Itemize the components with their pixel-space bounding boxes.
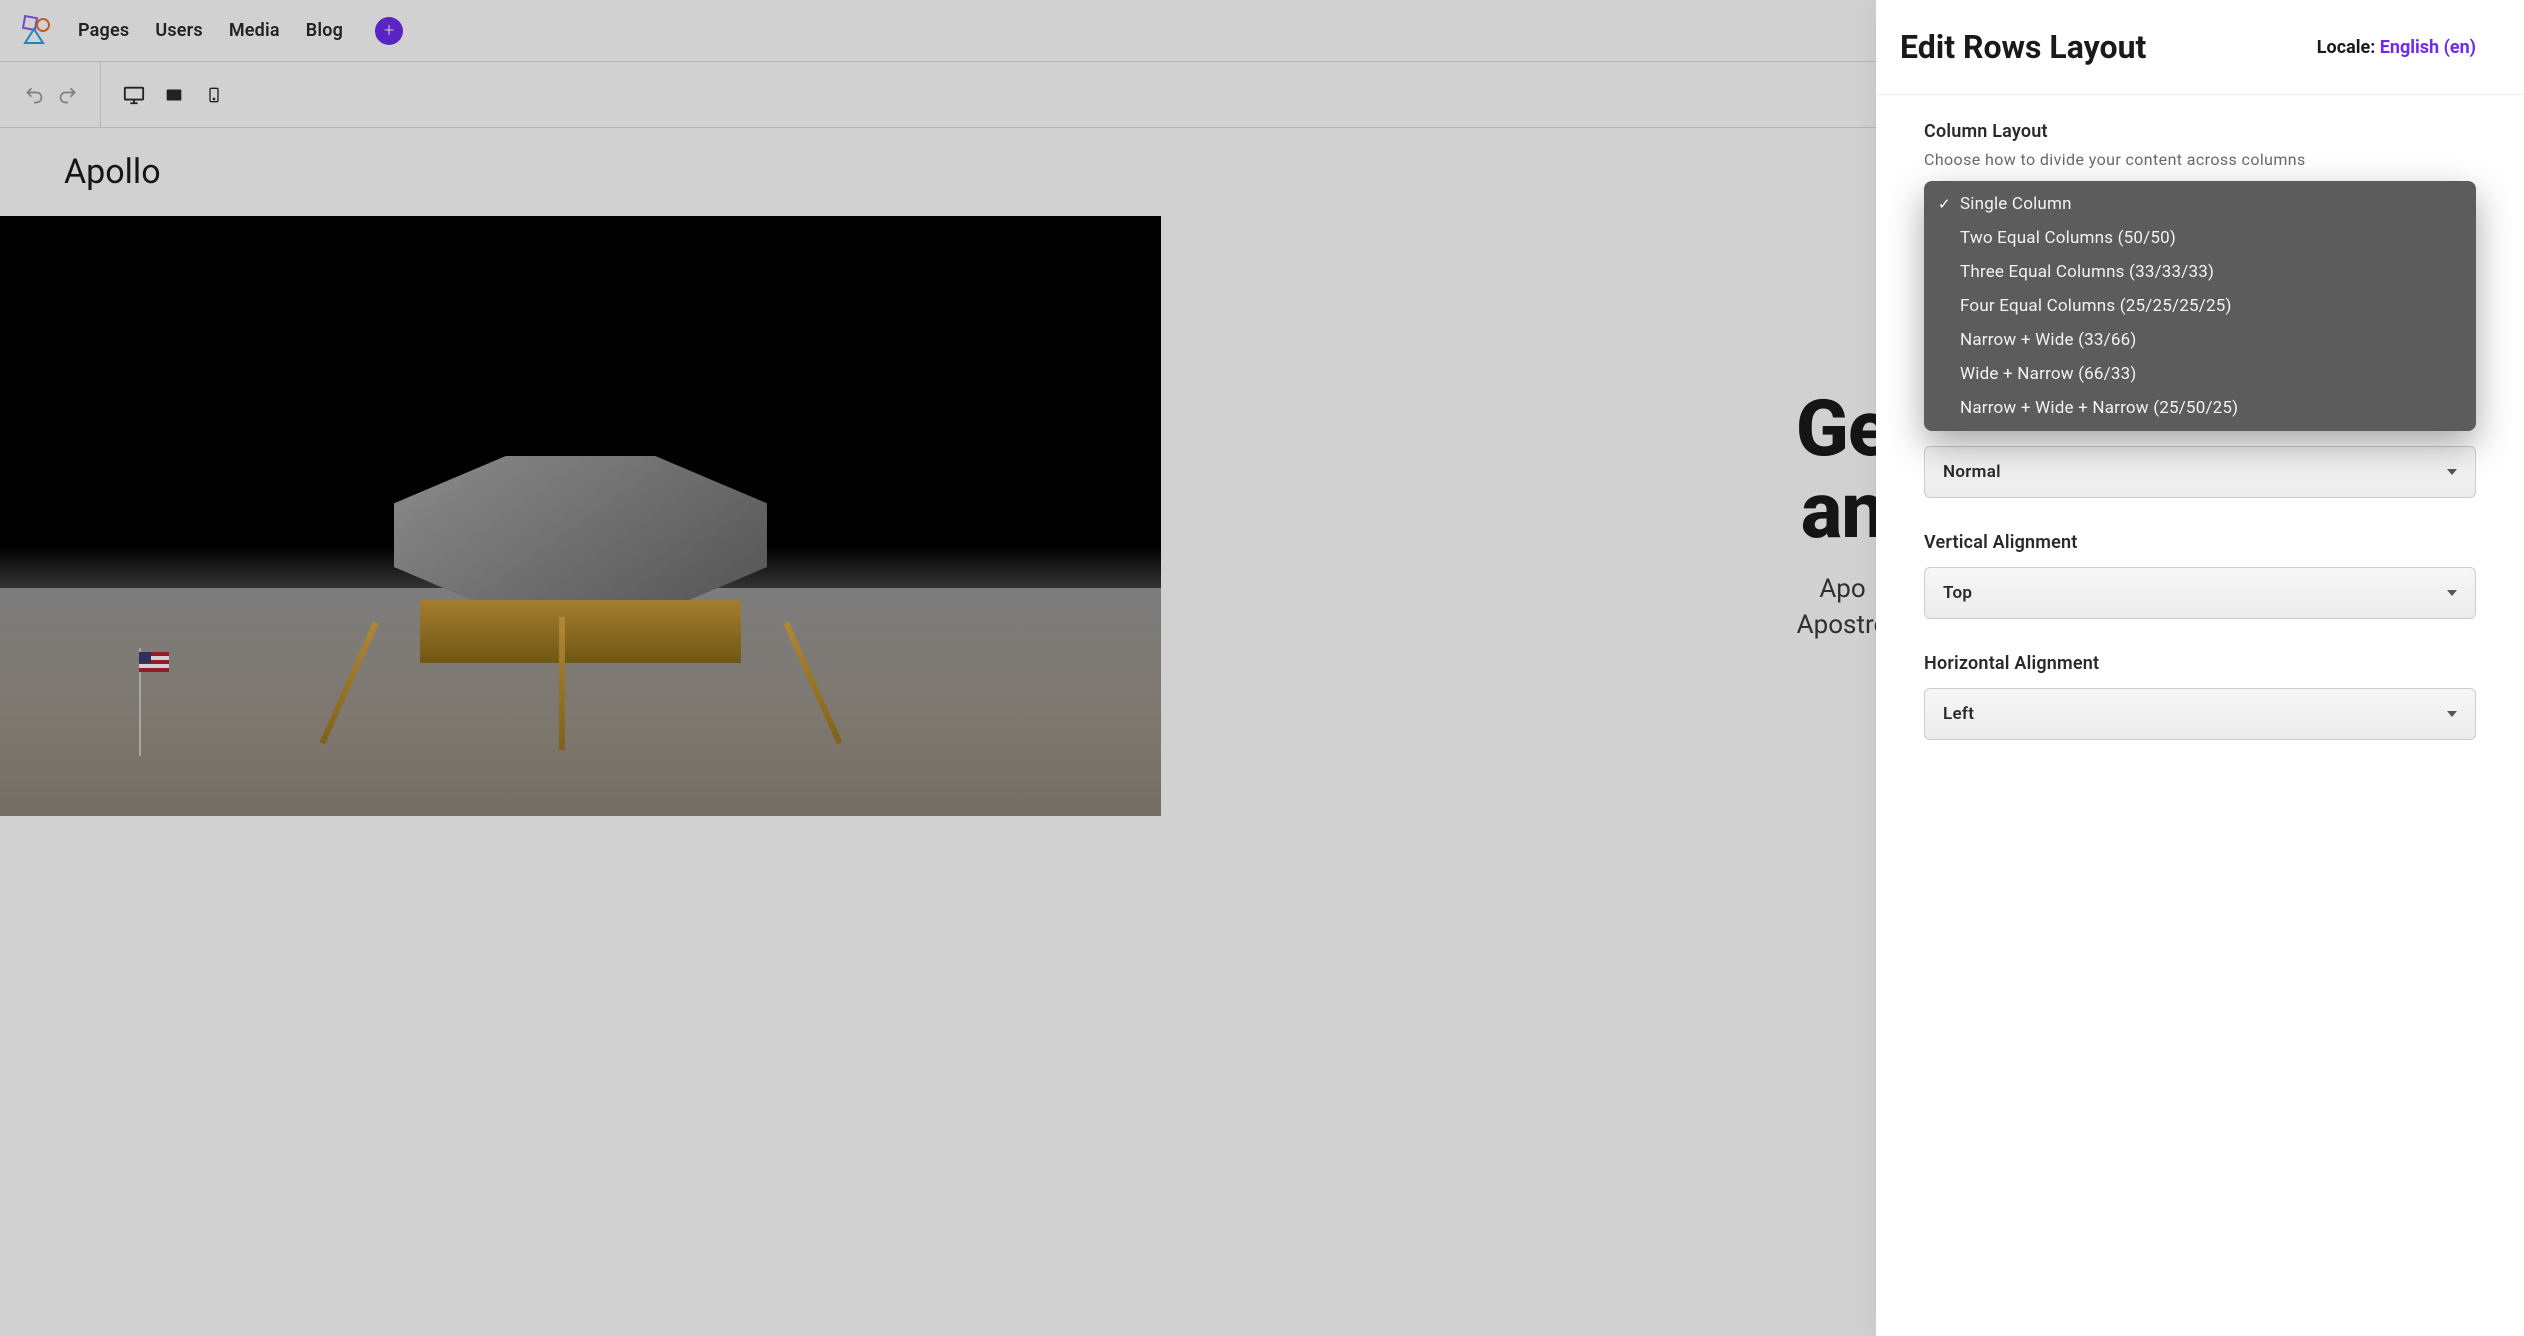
field-vertical-align: Vertical Alignment Top [1924,532,2476,619]
dropdown-option-single[interactable]: Single Column [1924,187,2476,221]
panel-title: Edit Rows Layout [1900,28,2146,66]
select-value: Left [1943,704,1974,724]
column-layout-dropdown: Single Column Two Equal Columns (50/50) … [1924,181,2476,431]
dropdown-option-three-equal[interactable]: Three Equal Columns (33/33/33) [1924,255,2476,289]
edit-panel: Edit Rows Layout Locale: English (en) Co… [1876,0,2524,1336]
caret-down-icon [2447,469,2457,475]
panel-header: Edit Rows Layout Locale: English (en) [1876,0,2524,95]
caret-down-icon [2447,711,2457,717]
field-label: Vertical Alignment [1924,532,2476,553]
dropdown-option-four-equal[interactable]: Four Equal Columns (25/25/25/25) [1924,289,2476,323]
field-column-layout: Column Layout Choose how to divide your … [1924,121,2476,377]
caret-down-icon [2447,590,2457,596]
field-help: Choose how to divide your content across… [1924,150,2476,169]
locale-label: Locale: [2317,37,2380,58]
field-label: Horizontal Alignment [1924,653,2476,674]
horizontal-align-select[interactable]: Left [1924,688,2476,740]
dropdown-option-wide-narrow[interactable]: Wide + Narrow (66/33) [1924,357,2476,391]
space-between-select[interactable]: Normal [1924,446,2476,498]
dropdown-option-two-equal[interactable]: Two Equal Columns (50/50) [1924,221,2476,255]
dropdown-option-nwn[interactable]: Narrow + Wide + Narrow (25/50/25) [1924,391,2476,425]
dropdown-option-narrow-wide[interactable]: Narrow + Wide (33/66) [1924,323,2476,357]
locale-value: English (en) [2380,37,2476,58]
panel-body: Column Layout Choose how to divide your … [1876,95,2524,766]
field-horizontal-align: Horizontal Alignment Left [1924,653,2476,740]
locale-switch[interactable]: Locale: English (en) [2317,37,2476,58]
vertical-align-select[interactable]: Top [1924,567,2476,619]
select-value: Top [1943,583,1972,603]
select-value: Normal [1943,462,2001,482]
field-label: Column Layout [1924,121,2476,142]
